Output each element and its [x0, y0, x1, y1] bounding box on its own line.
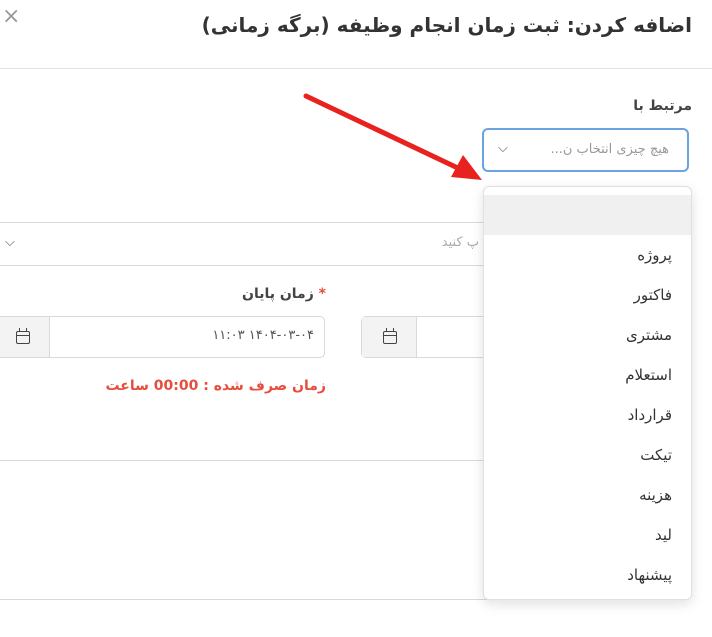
related-to-select[interactable]: هیچ چیزی انتخاب ن... ⌵ [482, 128, 689, 172]
task-select[interactable]: پ کنید ⌵ [0, 222, 490, 266]
dropdown-option-inquiry[interactable]: استعلام [484, 355, 691, 395]
dropdown-option-contract[interactable]: قرارداد [484, 395, 691, 435]
dropdown-option-customer[interactable]: مشتری [484, 315, 691, 355]
end-time-label: * زمان پایان [180, 286, 326, 302]
close-icon[interactable]: × [2, 6, 20, 28]
related-to-label: مرتبط با [633, 98, 692, 114]
dropdown-option-expense[interactable]: هزینه [484, 475, 691, 515]
dropdown-option-empty[interactable] [484, 195, 691, 235]
end-time-input[interactable]: ۱۱:۰۳ ۱۴۰۴-۰۳-۰۴ [0, 316, 325, 358]
dropdown-option-lead[interactable]: لید [484, 515, 691, 555]
required-mark: * [318, 286, 326, 302]
related-to-placeholder: هیچ چیزی انتخاب ن... [550, 142, 669, 157]
end-time-label-text: زمان پایان [242, 286, 314, 302]
dialog-title: اضافه کردن: ثبت زمان انجام وظیفه (برگه ز… [201, 13, 692, 37]
dropdown-option-project[interactable]: پروژه [484, 235, 691, 275]
end-time-value: ۱۱:۰۳ ۱۴۰۴-۰۳-۰۴ [212, 328, 314, 343]
time-spent-text: زمان صرف شده : 00:00 ساعت [105, 378, 326, 394]
dropdown-option-proposal[interactable]: پیشنهاد [484, 555, 691, 595]
end-time-calendar-button[interactable] [0, 317, 50, 357]
task-select-placeholder: پ کنید [441, 235, 479, 250]
dropdown-option-ticket[interactable]: تیکت [484, 435, 691, 475]
calendar-icon [16, 328, 30, 344]
start-time-input[interactable] [361, 316, 501, 358]
calendar-icon [383, 328, 397, 344]
dropdown-option-invoice[interactable]: فاکتور [484, 275, 691, 315]
related-to-dropdown: پروژه فاکتور مشتری استعلام قرارداد تیکت … [483, 186, 692, 600]
chevron-down-icon: ⌵ [5, 235, 15, 250]
chevron-down-icon: ⌵ [498, 141, 508, 156]
description-textarea[interactable] [0, 460, 490, 600]
start-time-calendar-button[interactable] [362, 317, 417, 357]
header-divider [0, 68, 712, 69]
